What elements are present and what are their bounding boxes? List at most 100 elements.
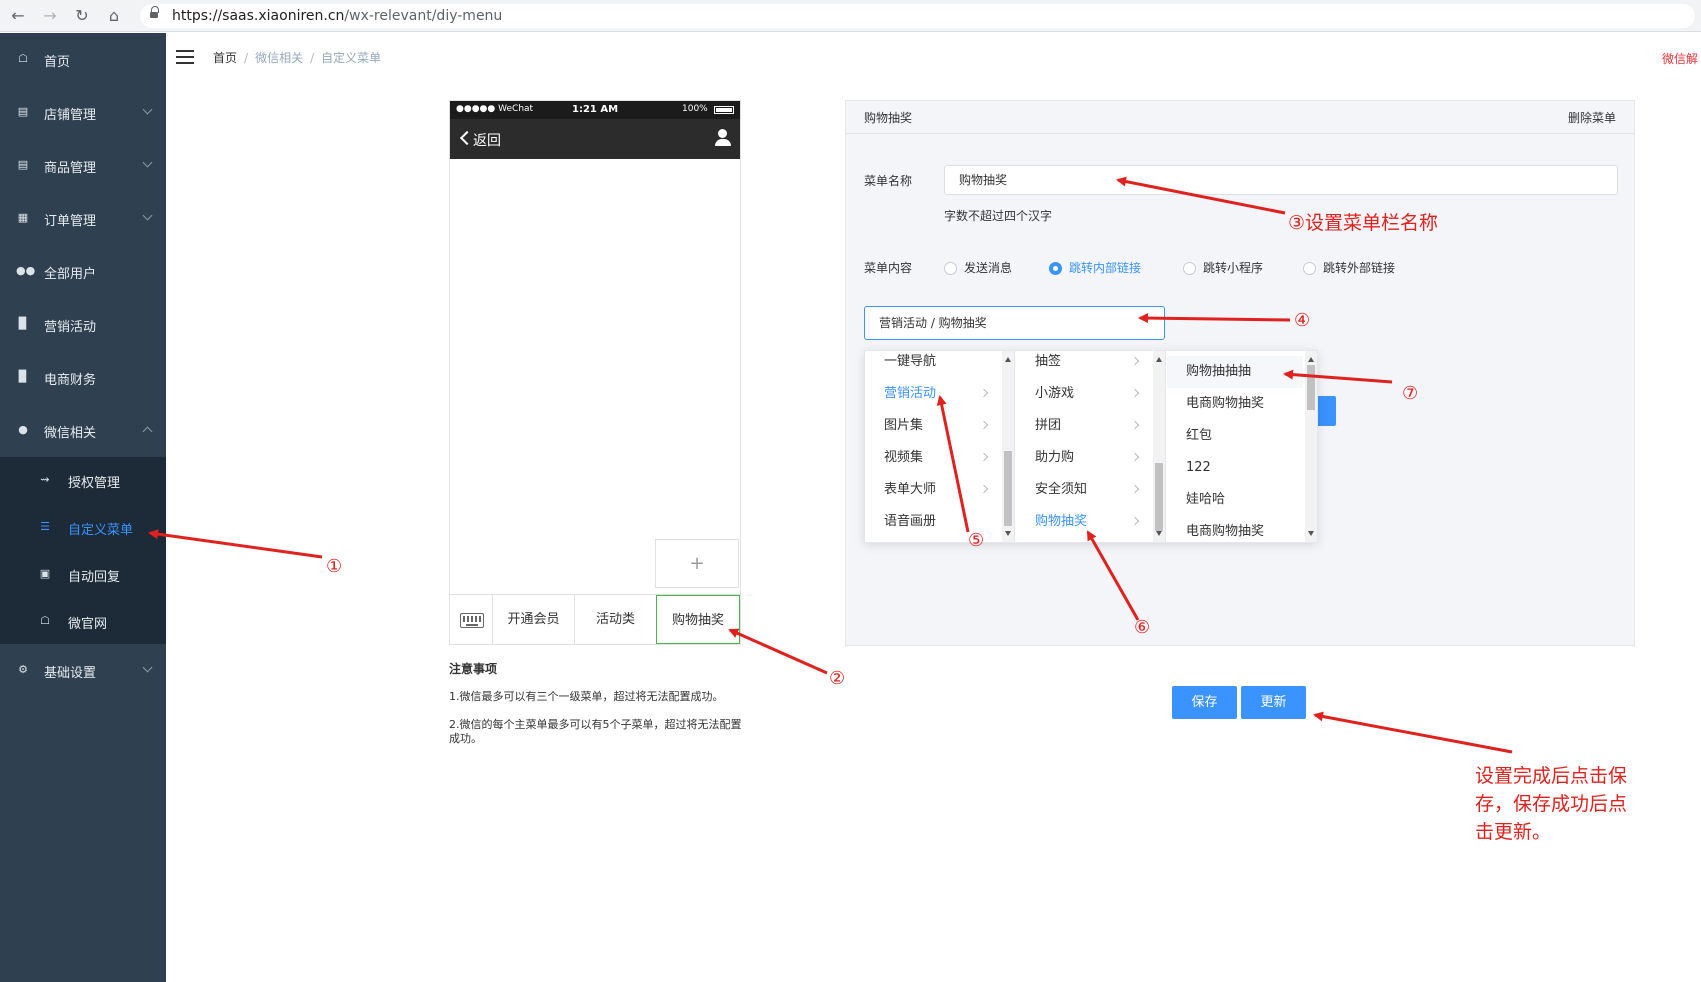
address-bar[interactable]: https://saas.xiaoniren.cn/wx-relevant/di… xyxy=(140,4,1695,28)
cascader-option[interactable]: 表单大师 xyxy=(865,474,1001,506)
sidebar-item-products[interactable]: ▤ 商品管理 xyxy=(0,139,166,192)
forward-arrow-icon[interactable]: → xyxy=(40,6,60,26)
delete-menu-button[interactable]: 删除菜单 xyxy=(1568,109,1616,126)
chevron-right-icon xyxy=(1130,452,1140,462)
chevron-right-icon xyxy=(1130,356,1140,366)
cascader-option[interactable]: 电商购物抽奖 xyxy=(1167,388,1303,420)
cascader-option[interactable]: 娃哈哈 xyxy=(1167,484,1303,516)
reload-icon[interactable]: ↻ xyxy=(72,6,92,26)
annotation-7: ⑦ xyxy=(1402,383,1419,404)
back-text: 返回 xyxy=(473,133,501,149)
chart-icon: ▉ xyxy=(18,317,28,330)
cascader-option[interactable]: 小游戏 xyxy=(1016,378,1152,410)
sidebar-item-finance[interactable]: ▉ 电商财务 xyxy=(0,351,166,404)
sidebar-item-orders[interactable]: ▦ 订单管理 xyxy=(0,192,166,245)
sidebar-item-auto-reply[interactable]: ▣ 自动回复 xyxy=(0,551,166,598)
keyboard-toggle[interactable] xyxy=(450,595,493,644)
phone-menu-bar: 开通会员 活动类 购物抽奖 xyxy=(450,594,740,644)
menu-name-input[interactable]: 购物抽奖 xyxy=(944,165,1618,195)
cascader-option-active[interactable]: 营销活动 xyxy=(865,378,1001,410)
sidebar-item-auth[interactable]: ⇝ 授权管理 xyxy=(0,457,166,504)
sidebar-item-settings[interactable]: ⚙ 基础设置 xyxy=(0,644,166,697)
phone-menu-item[interactable]: 活动类 xyxy=(575,595,657,644)
link-cascader-input[interactable]: 营销活动 / 购物抽奖 xyxy=(864,306,1165,340)
wechat-submenu: ⇝ 授权管理 ☰ 自定义菜单 ▣ 自动回复 ☖ 微官网 xyxy=(0,457,166,644)
radio-mini-program[interactable]: 跳转小程序 xyxy=(1183,259,1263,276)
users-icon: ●● xyxy=(16,264,36,277)
top-right-link[interactable]: 微信解 xyxy=(1662,50,1698,67)
update-button[interactable]: 更新 xyxy=(1241,686,1306,719)
cascader-option[interactable]: 拼团 xyxy=(1016,410,1152,442)
chevron-right-icon xyxy=(979,420,989,430)
cascader-option[interactable]: 安全须知 xyxy=(1016,474,1152,506)
radio-icon xyxy=(1183,262,1196,275)
sidebar-item-wechat[interactable]: ● 微信相关 xyxy=(0,404,166,457)
sidebar-item-label: 营销活动 xyxy=(44,320,97,335)
cascader-column-3: 购物抽抽抽 电商购物抽奖 红包 122 娃哈哈 电商购物抽奖 xyxy=(1167,351,1317,542)
sidebar: ☖ 首页 ▤ 店铺管理 ▤ 商品管理 ▦ 订单管理 ●● 全部用户 ▉ 营销活动… xyxy=(0,33,166,982)
home-icon[interactable]: ⌂ xyxy=(104,6,124,26)
breadcrumb-section[interactable]: 微信相关 xyxy=(255,51,303,65)
phone-status-bar: ●●●●● WeChat 1:21 AM 100% xyxy=(450,101,740,119)
cascader-option[interactable]: 122 xyxy=(1167,452,1303,484)
cascader-option[interactable]: 图片集 xyxy=(865,410,1001,442)
notes-line: 2.微信的每个主菜单最多可以有5个子菜单，超过将无法配置 xyxy=(449,718,742,731)
annotation-5: ⑤ xyxy=(968,530,985,551)
order-icon: ▦ xyxy=(17,211,29,224)
user-icon xyxy=(714,129,732,147)
chevron-right-icon xyxy=(1130,484,1140,494)
cascader-option[interactable]: 助力购 xyxy=(1016,442,1152,474)
panel-title: 购物抽奖 xyxy=(864,111,913,125)
annotation-save-note: 设置完成后点击保 存，保存成功后点 击更新。 xyxy=(1475,765,1628,843)
radio-icon xyxy=(944,262,957,275)
back-arrow-icon[interactable]: ← xyxy=(8,6,28,26)
notes: 注意事项 1.微信最多可以有三个一级菜单，超过将无法配置成功。 2.微信的每个主… xyxy=(449,660,799,746)
list-icon: ☰ xyxy=(40,520,50,533)
cascader-option[interactable]: 抽签 xyxy=(1016,351,1152,378)
sidebar-item-home[interactable]: ☖ 首页 xyxy=(0,33,166,86)
sidebar-item-label: 店铺管理 xyxy=(44,108,97,123)
chevron-down-icon xyxy=(142,662,153,673)
time-text: 1:21 AM xyxy=(572,104,619,115)
radio-send-message[interactable]: 发送消息 xyxy=(944,259,1012,276)
chevron-left-icon xyxy=(459,130,475,146)
sidebar-item-store[interactable]: ▤ 店铺管理 xyxy=(0,86,166,139)
radio-external-link[interactable]: 跳转外部链接 xyxy=(1303,259,1395,276)
save-button[interactable]: 保存 xyxy=(1172,686,1237,719)
sidebar-item-label: 微官网 xyxy=(68,617,108,632)
cascader-column-1: 一键导航 营销活动 图片集 视频集 表单大师 语音画册 xyxy=(865,351,1015,542)
scrollbar[interactable] xyxy=(1002,351,1014,542)
sidebar-item-marketing[interactable]: ▉ 营销活动 xyxy=(0,298,166,351)
sidebar-item-users[interactable]: ●● 全部用户 xyxy=(0,245,166,298)
annotation-6: ⑥ xyxy=(1134,617,1151,638)
sidebar-item-custom-menu[interactable]: ☰ 自定义菜单 xyxy=(0,504,166,551)
arrow-save xyxy=(1313,711,1513,754)
scrollbar[interactable] xyxy=(1153,351,1165,542)
phone-menu-item[interactable]: 开通会员 xyxy=(493,595,575,644)
cascader-option[interactable]: 一键导航 xyxy=(865,351,1001,378)
sidebar-item-microsite[interactable]: ☖ 微官网 xyxy=(0,598,166,645)
sidebar-item-label: 微信相关 xyxy=(44,426,97,441)
cascader-option-active[interactable]: 购物抽奖 xyxy=(1016,506,1152,538)
radio-internal-link[interactable]: 跳转内部链接 xyxy=(1049,259,1141,276)
cascader-option-hovered[interactable]: 购物抽抽抽 xyxy=(1167,356,1303,388)
annotation-4: ④ xyxy=(1294,310,1311,331)
menu-name-hint: 字数不超过四个汉字 xyxy=(944,209,1053,223)
cascader-option[interactable]: 红包 xyxy=(1167,420,1303,452)
chevron-down-icon xyxy=(142,104,153,115)
sidebar-item-label: 首页 xyxy=(44,55,71,70)
sidebar-item-label: 基础设置 xyxy=(44,666,97,681)
chevron-right-icon xyxy=(1130,516,1140,526)
store-icon: ▤ xyxy=(17,105,29,118)
chevron-down-icon xyxy=(142,157,153,168)
annotation-1: ① xyxy=(326,556,343,577)
radio-checked-icon xyxy=(1049,262,1062,275)
hamburger-icon[interactable] xyxy=(176,50,194,64)
cascader-option[interactable]: 视频集 xyxy=(865,442,1001,474)
menu-content-label: 菜单内容 xyxy=(864,261,913,275)
cascader-option[interactable]: 电商购物抽奖 xyxy=(1167,516,1303,542)
breadcrumb-home[interactable]: 首页 xyxy=(213,51,237,65)
add-submenu-button[interactable]: + xyxy=(655,539,739,588)
scrollbar[interactable] xyxy=(1305,351,1317,542)
phone-menu-item-selected[interactable]: 购物抽奖 xyxy=(656,595,740,644)
